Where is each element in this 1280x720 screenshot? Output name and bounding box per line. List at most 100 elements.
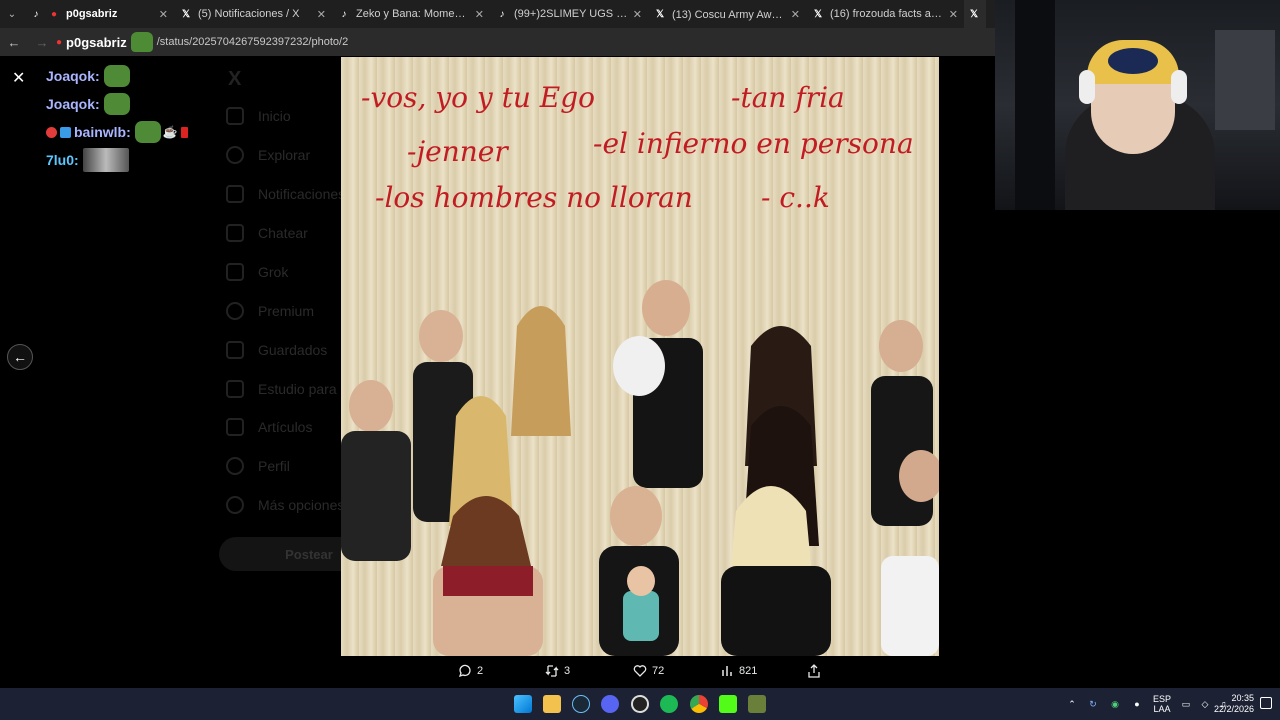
url-field[interactable]: /status/2025704267592397232/photo/2 xyxy=(157,36,348,48)
browser-tab-active[interactable]: 𝕏 xyxy=(964,0,986,28)
chat-username: 7lu0: xyxy=(46,152,79,168)
file-explorer-icon[interactable] xyxy=(543,695,561,713)
back-arrow-icon[interactable]: ← xyxy=(0,35,28,50)
tab-search-button[interactable]: ⌄ xyxy=(0,0,24,28)
sidebar-item-mas-opciones[interactable]: Más opciones xyxy=(226,496,344,514)
language-indicator[interactable]: ESP LAA xyxy=(1148,694,1176,714)
sync-icon[interactable]: ↻ xyxy=(1082,699,1104,710)
can-icon xyxy=(180,126,188,138)
sidebar-item-inicio[interactable]: Inicio xyxy=(226,107,291,125)
wifi-icon[interactable]: ◇ xyxy=(1196,699,1214,710)
sidebar-item-grok[interactable]: Grok xyxy=(226,263,288,281)
discord-icon[interactable] xyxy=(601,695,619,713)
like-button[interactable]: 72 xyxy=(633,664,664,678)
mic-icon[interactable]: ● xyxy=(1126,699,1148,709)
profile-icon xyxy=(226,457,244,475)
browser-tab[interactable]: ♪ ● p0gsabriz ✕ xyxy=(24,0,174,28)
mail-icon xyxy=(226,224,244,242)
sidebar-item-chatear[interactable]: Chatear xyxy=(226,224,308,242)
close-tab-icon[interactable]: ✕ xyxy=(159,8,168,21)
sidebar-item-label: Guardados xyxy=(258,342,328,358)
system-tray: ⌃ ↻ ◉ ● ESP LAA ▭ ◇ ♫ xyxy=(1062,688,1232,720)
language-code: ESP xyxy=(1152,694,1171,704)
beanie-logo-icon xyxy=(1108,48,1158,74)
sidebar-item-label: Premium xyxy=(258,303,315,319)
repost-button[interactable]: 3 xyxy=(545,664,570,678)
heart-icon xyxy=(633,665,647,677)
close-tab-icon[interactable]: ✕ xyxy=(633,8,642,21)
browser-tab[interactable]: 𝕏 (16) frozouda facts account en ✕ xyxy=(806,0,964,28)
sidebar-item-label: Grok xyxy=(258,264,289,280)
sidebar-item-perfil[interactable]: Perfil xyxy=(226,457,290,475)
home-icon xyxy=(226,107,244,125)
windows-start-icon[interactable] xyxy=(514,695,532,713)
chat-message: Joaqok: xyxy=(46,62,188,90)
sidebar-item-explorar[interactable]: Explorar xyxy=(226,146,310,164)
article-icon xyxy=(226,418,244,436)
sidebar-item-label: Notificaciones xyxy=(258,186,346,202)
overlay-streamer-name: p0gsabriz xyxy=(66,34,127,50)
browser-tab[interactable]: 𝕏 (13) Coscu Army Awards 🏆 en ✕ xyxy=(648,0,806,28)
monitor-icon[interactable]: ▭ xyxy=(1176,699,1196,710)
x-icon: 𝕏 xyxy=(813,8,823,20)
reply-button[interactable]: 2 xyxy=(458,664,483,678)
handwritten-line: - c..k xyxy=(761,181,830,214)
close-tab-icon[interactable]: ✕ xyxy=(949,8,958,21)
previous-photo-button[interactable]: ← xyxy=(7,344,33,370)
headphones-icon xyxy=(1079,70,1095,104)
sidebar-item-notificaciones[interactable]: Notificaciones xyxy=(226,185,345,203)
share-button[interactable] xyxy=(807,664,826,678)
pepe-emote-icon xyxy=(103,93,130,115)
sidebar-item-label: Inicio xyxy=(258,108,291,124)
premium-icon xyxy=(226,302,244,320)
sidebar-item-estudio[interactable]: Estudio para c xyxy=(226,380,348,398)
spotify-icon[interactable] xyxy=(660,695,678,713)
close-icon[interactable]: ✕ xyxy=(12,68,25,88)
address-bar: ← → ● p0gsabriz /status/2025704267592397… xyxy=(0,28,995,56)
headphones-icon xyxy=(1171,70,1187,104)
pepe-emote-icon xyxy=(103,65,130,87)
sidebar-item-articulos[interactable]: Artículos xyxy=(226,418,312,436)
browser-tab-bar: ⌄ ♪ ● p0gsabriz ✕ 𝕏 (5) Notificaciones /… xyxy=(0,0,995,28)
sidebar-item-label: Artículos xyxy=(258,419,313,435)
close-tab-icon[interactable]: ✕ xyxy=(317,8,326,21)
sidebar-item-premium[interactable]: Premium xyxy=(226,302,314,320)
close-tab-icon[interactable]: ✕ xyxy=(791,8,800,21)
post-photo[interactable]: -vos, yo y tu Ego -tan fria -jenner -el … xyxy=(341,57,939,656)
tiktok-icon: ♪ xyxy=(33,8,39,20)
browser-tab[interactable]: ♪ (99+)2SLIMEY UGS CYPHER LY ✕ xyxy=(490,0,648,28)
chevron-up-icon[interactable]: ⌃ xyxy=(1062,699,1082,710)
x-icon: 𝕏 xyxy=(969,8,979,20)
tiktok-icon: ♪ xyxy=(499,8,505,20)
chat-username: bainwlb: xyxy=(74,124,131,140)
chat-username: Joaqok: xyxy=(46,68,100,84)
bell-icon xyxy=(226,185,244,203)
clock[interactable]: 20:35 22/2/2026 xyxy=(1214,693,1254,715)
views-button[interactable]: 821 xyxy=(720,664,757,678)
sidebar-item-label: Chatear xyxy=(258,225,308,241)
tiktok-icon: ♪ xyxy=(341,8,347,20)
shield-icon[interactable]: ◉ xyxy=(1104,699,1126,710)
chrome-icon[interactable] xyxy=(690,695,708,713)
tab-label: (99+)2SLIMEY UGS CYPHER LY xyxy=(514,8,629,20)
browser-tab[interactable]: 𝕏 (5) Notificaciones / X ✕ xyxy=(174,0,332,28)
repost-icon xyxy=(545,665,559,677)
obs-icon[interactable] xyxy=(631,695,649,713)
tab-label: (16) frozouda facts account en xyxy=(830,8,945,20)
kick-icon[interactable] xyxy=(719,695,737,713)
sidebar-item-guardados[interactable]: Guardados xyxy=(226,341,327,359)
notification-icon[interactable] xyxy=(1260,697,1272,709)
webcam-background xyxy=(1215,30,1275,130)
browser-tab[interactable]: ♪ Zeko y Bana: Momentos Intens ✕ xyxy=(332,0,490,28)
more-icon xyxy=(226,496,244,514)
steam-icon[interactable] xyxy=(572,695,590,713)
windows-taskbar: ⌃ ↻ ◉ ● ESP LAA ▭ ◇ ♫ 20:35 22/2/2026 xyxy=(0,688,1280,720)
view-count: 821 xyxy=(739,665,758,677)
chat-message: bainwlb: ☕ xyxy=(46,118,188,146)
stream-chat-overlay: Joaqok: Joaqok: bainwlb: ☕ 7lu0: xyxy=(46,62,188,174)
app-icon[interactable] xyxy=(748,695,766,713)
chat-username: Joaqok: xyxy=(46,96,100,112)
clock-time: 20:35 xyxy=(1231,693,1254,703)
forward-arrow-icon[interactable]: → xyxy=(28,35,56,50)
close-tab-icon[interactable]: ✕ xyxy=(475,8,484,21)
